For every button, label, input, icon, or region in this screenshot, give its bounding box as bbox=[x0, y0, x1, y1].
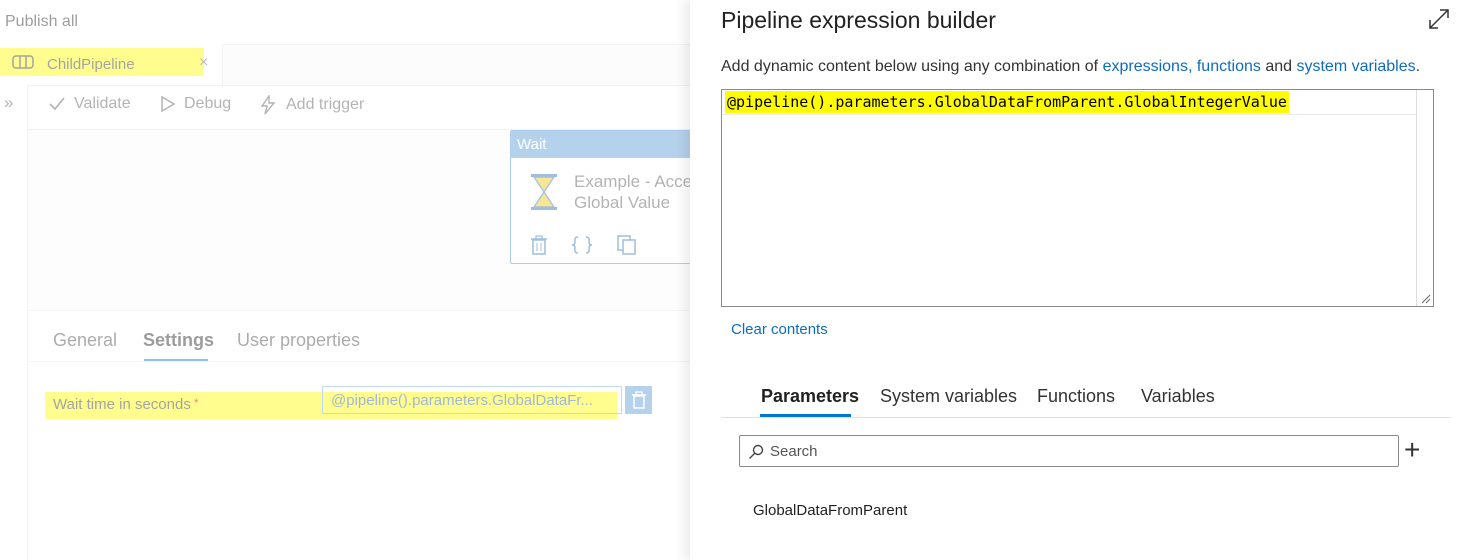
lightning-icon bbox=[260, 95, 276, 115]
wait-activity-name: Example - Acce Global Value bbox=[574, 171, 690, 213]
clear-contents-button[interactable]: Clear contents bbox=[731, 321, 828, 338]
wait-time-label-text: Wait time in seconds bbox=[53, 396, 191, 413]
expressions-link[interactable]: expressions, bbox=[1103, 58, 1193, 75]
wait-activity-node[interactable]: Wait Example - Acce Global Value bbox=[510, 130, 690, 264]
parameter-item[interactable]: GlobalDataFromParent bbox=[753, 502, 907, 519]
expression-editor[interactable]: @pipeline().parameters.GlobalDataFromPar… bbox=[721, 89, 1434, 307]
wait-activity-actions bbox=[531, 235, 637, 255]
tab-variables[interactable]: Variables bbox=[1141, 386, 1215, 407]
search-input[interactable] bbox=[770, 436, 1390, 466]
publish-all-button[interactable]: Publish all bbox=[5, 13, 78, 31]
resize-grip-icon[interactable] bbox=[1421, 294, 1431, 304]
trash-icon bbox=[631, 391, 646, 409]
add-parameter-button[interactable]: + bbox=[1404, 435, 1420, 465]
pipeline-tab-bar: ChildPipeline × bbox=[0, 44, 690, 86]
wait-time-input[interactable]: @pipeline().parameters.GlobalDataFr... bbox=[322, 386, 622, 414]
checkmark-icon bbox=[49, 97, 65, 111]
active-tab-underline bbox=[144, 359, 208, 361]
delete-dynamic-content-button[interactable] bbox=[625, 386, 652, 414]
editor-current-line: @pipeline().parameters.GlobalDataFromPar… bbox=[722, 90, 1417, 115]
tab-label: ChildPipeline bbox=[47, 56, 135, 73]
required-marker: * bbox=[193, 396, 199, 410]
trash-icon[interactable] bbox=[531, 235, 547, 255]
desc-suffix: . bbox=[1415, 58, 1421, 75]
wait-activity-name-line1: Example - Acce bbox=[574, 172, 690, 191]
tab-functions[interactable]: Functions bbox=[1037, 386, 1115, 407]
builder-tabs: Parameters System variables Functions Va… bbox=[721, 375, 1451, 418]
panel-description: Add dynamic content below using any comb… bbox=[721, 58, 1420, 76]
desc-and: and bbox=[1260, 58, 1297, 75]
system-variables-link[interactable]: system variables bbox=[1296, 58, 1415, 75]
tab-user-properties[interactable]: User properties bbox=[237, 330, 360, 351]
add-trigger-button[interactable]: Add trigger bbox=[258, 95, 364, 115]
panel-title: Pipeline expression builder bbox=[721, 7, 996, 33]
pipeline-toolbar: Validate Debug Add trigger bbox=[28, 85, 690, 130]
wait-activity-header: Wait bbox=[511, 131, 690, 158]
tab-system-variables[interactable]: System variables bbox=[880, 386, 1017, 407]
expand-chevron-icon[interactable]: » bbox=[4, 93, 13, 113]
wait-activity-name-line2: Global Value bbox=[574, 193, 671, 212]
factory-resources-strip: » bbox=[0, 85, 28, 560]
functions-link[interactable]: functions bbox=[1197, 58, 1261, 75]
debug-label: Debug bbox=[184, 95, 232, 112]
tab-general[interactable]: General bbox=[53, 330, 117, 351]
copy-icon[interactable] bbox=[617, 235, 637, 255]
tab-settings[interactable]: Settings bbox=[143, 330, 214, 351]
code-braces-icon[interactable] bbox=[571, 235, 593, 255]
validate-label: Validate bbox=[74, 95, 131, 112]
pipeline-editor-pane: Publish all ChildPipeline × » Validate D… bbox=[0, 0, 690, 560]
desc-prefix: Add dynamic content below using any comb… bbox=[721, 58, 1103, 75]
pipeline-icon bbox=[12, 55, 34, 69]
tab-parameters[interactable]: Parameters bbox=[761, 386, 859, 407]
debug-button[interactable]: Debug bbox=[160, 95, 231, 113]
expression-text[interactable]: @pipeline().parameters.GlobalDataFromPar… bbox=[725, 91, 1289, 113]
search-box bbox=[739, 435, 1399, 467]
activity-properties-tabs: General Settings User properties bbox=[28, 310, 690, 362]
search-icon bbox=[749, 444, 764, 459]
close-icon[interactable]: × bbox=[199, 54, 208, 72]
active-tab-underline bbox=[760, 414, 851, 417]
wait-time-label: Wait time in seconds * bbox=[53, 396, 199, 413]
expression-builder-panel: Pipeline expression builder Add dynamic … bbox=[690, 0, 1472, 560]
expand-icon[interactable] bbox=[1428, 8, 1450, 30]
tab-child-pipeline[interactable]: ChildPipeline × bbox=[0, 44, 223, 85]
validate-button[interactable]: Validate bbox=[48, 95, 131, 113]
play-icon bbox=[161, 95, 176, 113]
add-trigger-label: Add trigger bbox=[286, 96, 365, 113]
editor-scrollbar[interactable] bbox=[1416, 90, 1433, 306]
hourglass-icon bbox=[531, 174, 557, 210]
